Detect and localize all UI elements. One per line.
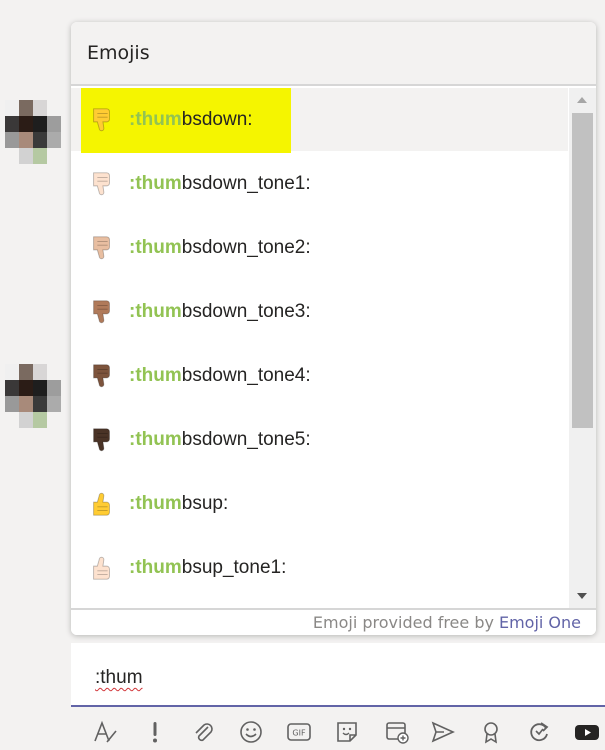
- emoji-name: bsup:: [181, 492, 229, 514]
- match-text: :thum: [129, 556, 182, 578]
- format-icon[interactable]: [91, 718, 119, 746]
- emoji-popup: Emojis :thumbsdown: :thumbsdown_tone1: :…: [71, 22, 596, 635]
- scroll-up-arrow-icon[interactable]: [577, 97, 587, 103]
- scroll-down-arrow-icon[interactable]: [577, 593, 587, 599]
- emoji-icon[interactable]: [237, 718, 265, 746]
- youtube-icon[interactable]: [573, 718, 601, 746]
- praise-icon[interactable]: [477, 718, 505, 746]
- gif-label: GIF: [292, 729, 306, 738]
- gif-icon[interactable]: GIF: [285, 718, 313, 746]
- emoji-name: bsdown:: [181, 108, 253, 130]
- match-text: :thum: [129, 236, 182, 258]
- emoji-list: :thumbsdown: :thumbsdown_tone1: :thumbsd…: [71, 88, 568, 608]
- compose-toolbar: GIF: [71, 710, 605, 750]
- loop-icon[interactable]: [525, 718, 553, 746]
- match-text: :thum: [129, 492, 182, 514]
- emoji-suggestion-item[interactable]: :thumbsup:: [71, 472, 568, 535]
- scrollbar[interactable]: [569, 88, 596, 608]
- emoji-name: bsdown_tone4:: [181, 364, 311, 386]
- emoji-suggestion-item[interactable]: :thumbsdown:: [71, 88, 568, 153]
- schedule-meeting-icon[interactable]: [383, 718, 411, 746]
- compose-box[interactable]: :thum: [71, 643, 605, 707]
- emoji-name: bsdown_tone3:: [181, 300, 311, 322]
- emoji-suggestion-item[interactable]: :thumbsup_tone1:: [71, 536, 568, 599]
- thumbs-down-icon: [87, 425, 117, 455]
- thumbs-up-icon: [87, 553, 117, 583]
- emoji-name: bsdown_tone2:: [181, 236, 311, 258]
- match-text: :thum: [129, 300, 182, 322]
- thumbs-up-icon: [87, 489, 117, 519]
- sticker-icon[interactable]: [333, 718, 361, 746]
- footer-text: Emoji provided free by: [312, 613, 494, 632]
- popup-footer: Emoji provided free by Emoji One: [71, 608, 596, 635]
- emoji-suggestion-item[interactable]: :thumbsdown_tone1:: [71, 152, 568, 215]
- emoji-name: bsdown_tone5:: [181, 428, 311, 450]
- match-text: :thum: [129, 364, 182, 386]
- thumbs-down-icon: [87, 105, 117, 135]
- match-text: :thum: [129, 428, 182, 450]
- match-text: :thum: [129, 108, 182, 130]
- emoji-name: bsup_tone1:: [181, 556, 287, 578]
- avatar: [5, 364, 61, 428]
- emoji-name: bsdown_tone1:: [181, 172, 311, 194]
- popup-title: Emojis: [87, 42, 150, 64]
- important-icon[interactable]: [141, 718, 169, 746]
- emoji-suggestion-item[interactable]: :thumbsdown_tone5:: [71, 408, 568, 471]
- compose-input[interactable]: :thum: [95, 667, 143, 689]
- attach-icon[interactable]: [189, 718, 217, 746]
- match-text: :thum: [129, 172, 182, 194]
- thumbs-down-icon: [87, 361, 117, 391]
- emoji-suggestion-item[interactable]: :thumbsdown_tone2:: [71, 216, 568, 279]
- emoji-one-link[interactable]: Emoji One: [499, 613, 581, 632]
- emoji-suggestion-item[interactable]: :thumbsdown_tone3:: [71, 280, 568, 343]
- thumbs-down-icon: [87, 169, 117, 199]
- avatar: [5, 100, 61, 164]
- scrollbar-thumb[interactable]: [572, 113, 593, 428]
- thumbs-down-icon: [87, 297, 117, 327]
- send-icon[interactable]: [429, 718, 457, 746]
- emoji-suggestion-item[interactable]: :thumbsdown_tone4:: [71, 344, 568, 407]
- popup-header: Emojis: [71, 22, 596, 86]
- thumbs-down-icon: [87, 233, 117, 263]
